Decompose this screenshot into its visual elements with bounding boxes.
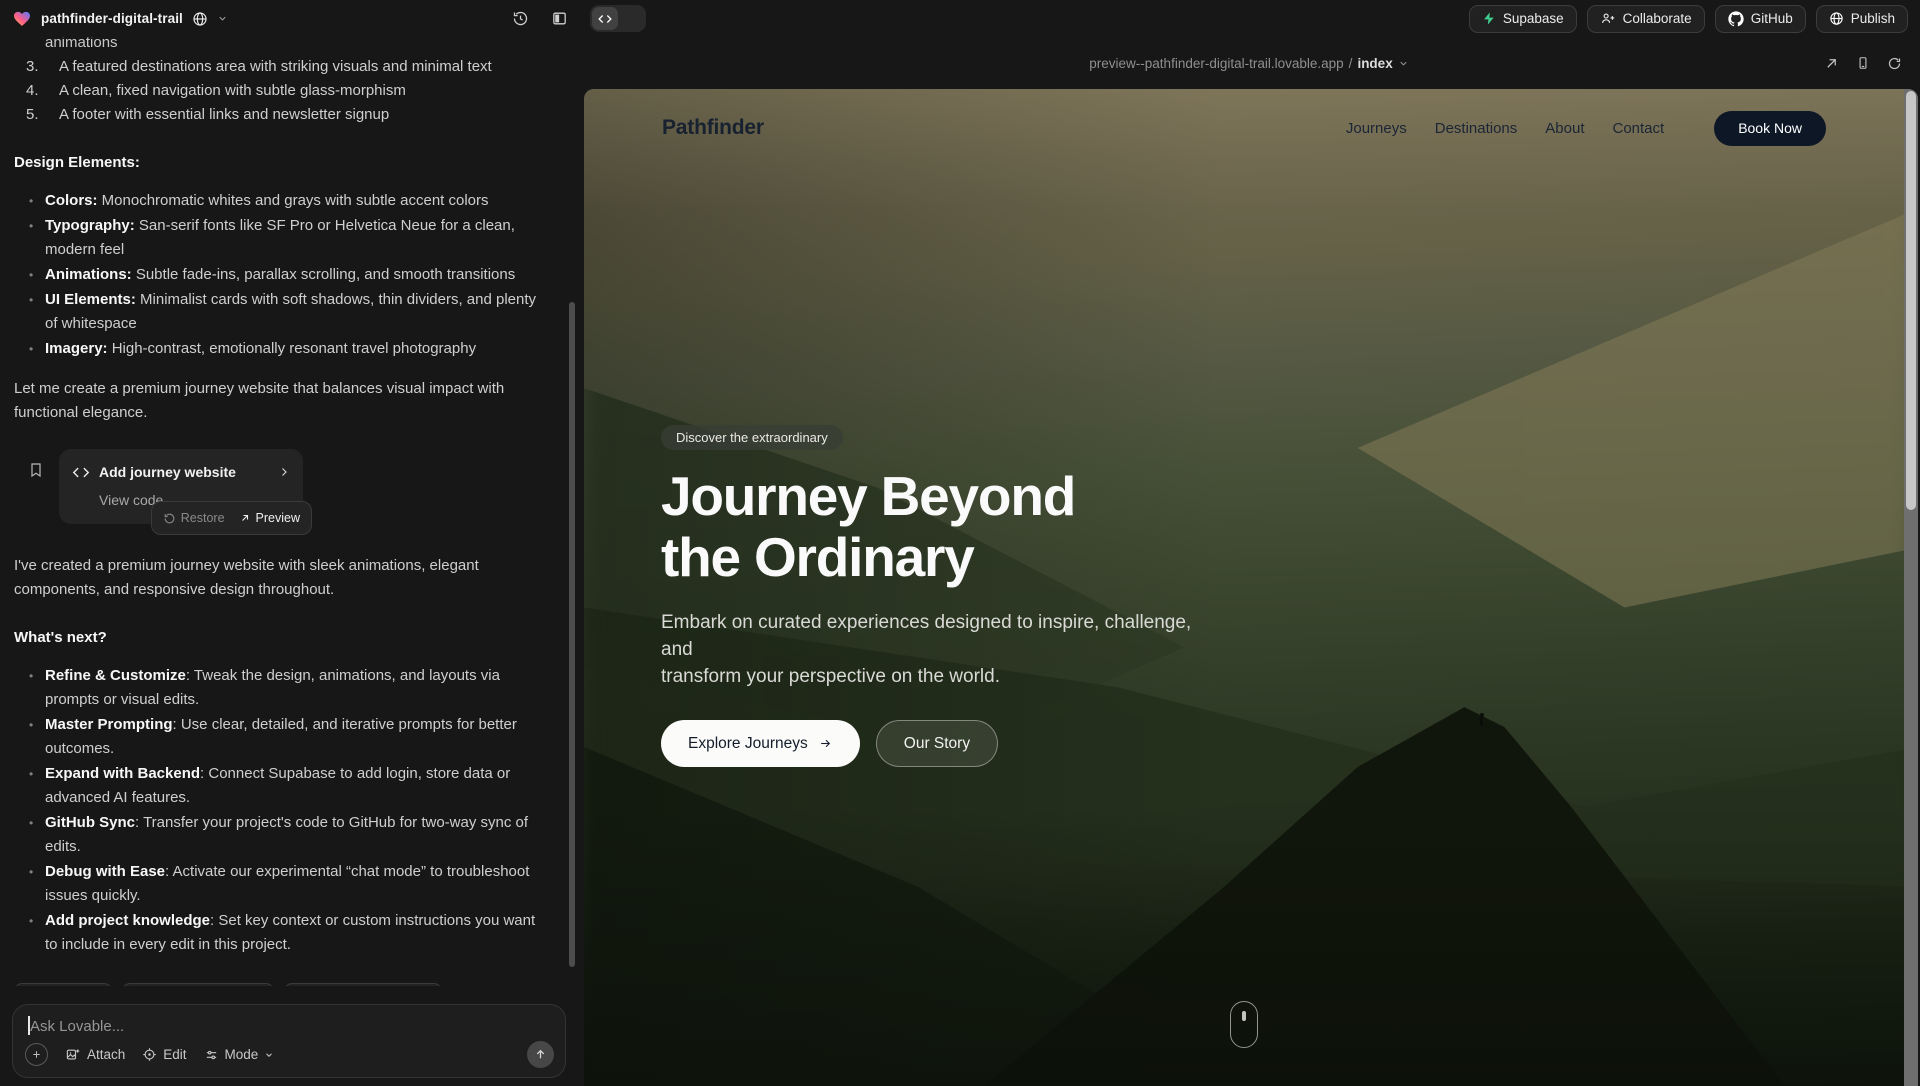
project-name[interactable]: pathfinder-digital-trail <box>41 11 183 26</box>
manage-knowledge-button[interactable]: Manage knowledge <box>284 983 443 986</box>
publish-globe-icon <box>1829 11 1844 26</box>
nav-link-contact[interactable]: Contact <box>1612 120 1664 137</box>
send-button[interactable] <box>527 1041 554 1068</box>
edit-button[interactable]: Edit <box>142 1047 186 1062</box>
list-item: Debug with Ease: Activate our experiment… <box>14 860 548 908</box>
code-change-card-wrap: Add journey website View code Restore <box>59 449 303 524</box>
code-preview-toggle[interactable] <box>590 5 646 32</box>
github-icon <box>1728 11 1744 27</box>
explore-journeys-button[interactable]: Explore Journeys <box>661 720 860 767</box>
list-item: Refine & Customize: Tweak the design, an… <box>14 664 548 712</box>
supabase-bolt-icon <box>1482 11 1496 26</box>
numbered-list: 3. A featured destinations area with str… <box>14 55 548 127</box>
restore-button[interactable]: Restore <box>163 506 225 530</box>
mobile-device-icon[interactable] <box>1856 55 1870 71</box>
whats-next-heading: What's next? <box>14 626 548 650</box>
list-item: Animations: Subtle fade-ins, parallax sc… <box>14 263 548 287</box>
publish-button[interactable]: Publish <box>1816 5 1908 33</box>
bookmark-icon[interactable] <box>28 461 44 479</box>
list-item: Master Prompting: Use clear, detailed, a… <box>14 713 548 761</box>
our-story-button[interactable]: Our Story <box>876 720 998 767</box>
route-chevron-down-icon[interactable] <box>1398 58 1409 69</box>
lovable-app: pathfinder-digital-trail <box>0 0 1920 1086</box>
target-edit-icon <box>142 1047 157 1062</box>
open-external-icon[interactable] <box>1824 56 1839 71</box>
book-now-button[interactable]: Book Now <box>1714 111 1826 146</box>
sliders-mode-icon <box>204 1048 219 1062</box>
preview-url-host: preview--pathfinder-digital-trail.lovabl… <box>1089 56 1343 71</box>
preview-view-segment[interactable] <box>618 7 644 30</box>
project-visibility-globe-icon <box>192 11 208 27</box>
chat-panel: animations 3. A featured destinations ar… <box>0 37 578 1086</box>
site-navbar: Pathfinder Journeys Destinations About C… <box>584 89 1904 167</box>
hero-heading: Journey Beyond the Ordinary <box>661 466 1221 587</box>
chat-input[interactable] <box>30 1015 551 1037</box>
github-button[interactable]: GitHub <box>1715 5 1806 33</box>
hero-badge: Discover the extraordinary <box>661 425 843 450</box>
project-menu-chevron-icon[interactable] <box>217 13 228 24</box>
design-elements-heading: Design Elements: <box>14 151 548 175</box>
hero-content: Discover the extraordinary Journey Beyon… <box>661 425 1221 767</box>
list-item: UI Elements: Minimalist cards with soft … <box>14 288 548 336</box>
list-item: Imagery: High-contrast, emotionally reso… <box>14 337 548 361</box>
chat-scrollbar[interactable] <box>569 302 575 967</box>
list-item: 4. A clean, fixed navigation with subtle… <box>14 79 548 103</box>
topbar: pathfinder-digital-trail <box>0 0 1920 37</box>
clipped-list-line: animations <box>14 37 548 55</box>
nav-link-journeys[interactable]: Journeys <box>1346 120 1407 137</box>
supabase-button[interactable]: Supabase <box>1469 5 1577 33</box>
design-elements-list: Colors: Monochromatic whites and grays w… <box>14 189 548 361</box>
code-icon <box>72 466 90 479</box>
refresh-icon[interactable] <box>1887 56 1902 71</box>
nav-link-about[interactable]: About <box>1545 120 1584 137</box>
whats-next-list: Refine & Customize: Tweak the design, an… <box>14 664 548 957</box>
chat-message-area: animations 3. A featured destinations ar… <box>0 37 578 986</box>
site-scrollbar-thumb[interactable] <box>1906 91 1916 510</box>
explore-supabase-button[interactable]: Explore Supabase <box>122 983 273 986</box>
preview-url-bar: preview--pathfinder-digital-trail.lovabl… <box>578 37 1920 89</box>
result-paragraph: I've created a premium journey website w… <box>14 554 548 602</box>
attach-button[interactable]: Attach <box>65 1047 125 1062</box>
restore-preview-pill: Restore Preview <box>151 501 312 535</box>
code-change-card[interactable]: Add journey website View code Restore <box>59 449 303 524</box>
visit-docs-button[interactable]: Visit docs <box>14 983 112 986</box>
composer: Attach Edit Mode <box>12 1004 566 1078</box>
scroll-indicator-mouse-icon <box>1230 1001 1258 1048</box>
list-item: Expand with Backend: Connect Supabase to… <box>14 762 548 810</box>
history-button[interactable] <box>512 10 529 27</box>
list-item: Add project knowledge: Set key context o… <box>14 909 548 957</box>
list-item: 5. A footer with essential links and new… <box>14 103 548 127</box>
chevron-right-icon <box>278 466 290 478</box>
list-item: 3. A featured destinations area with str… <box>14 55 548 79</box>
code-view-segment[interactable] <box>592 7 618 30</box>
sidebar-panel-button[interactable] <box>551 10 568 27</box>
add-context-button[interactable] <box>25 1043 48 1066</box>
attach-image-icon <box>65 1047 81 1062</box>
collaborate-button[interactable]: Collaborate <box>1587 5 1705 33</box>
hero-subtext: Embark on curated experiences designed t… <box>661 609 1221 690</box>
lead-paragraph: Let me create a premium journey website … <box>14 377 548 425</box>
lovable-heart-logo-icon[interactable] <box>12 9 32 28</box>
mode-selector[interactable]: Mode <box>204 1047 275 1062</box>
site-scrollbar[interactable] <box>1904 89 1918 1086</box>
list-item: Typography: San-serif fonts like SF Pro … <box>14 214 548 262</box>
hiker-silhouette <box>1480 717 1483 726</box>
collaborators-icon <box>1600 11 1616 26</box>
list-item: Colors: Monochromatic whites and grays w… <box>14 189 548 213</box>
chevron-down-icon <box>264 1050 274 1060</box>
site-logo[interactable]: Pathfinder <box>662 116 764 140</box>
preview-panel: preview--pathfinder-digital-trail.lovabl… <box>578 37 1920 1086</box>
code-card-title: Add journey website <box>99 460 269 484</box>
preview-route-selector[interactable]: index <box>1357 56 1392 71</box>
arrow-right-icon <box>818 737 833 750</box>
list-item: GitHub Sync: Transfer your project's cod… <box>14 811 548 859</box>
preview-button[interactable]: Preview <box>239 506 300 530</box>
nav-link-destinations[interactable]: Destinations <box>1435 120 1518 137</box>
suggestion-chips: Visit docs Explore Supabase Manage knowl… <box>14 983 548 986</box>
site-frame: Pathfinder Journeys Destinations About C… <box>584 89 1918 1086</box>
